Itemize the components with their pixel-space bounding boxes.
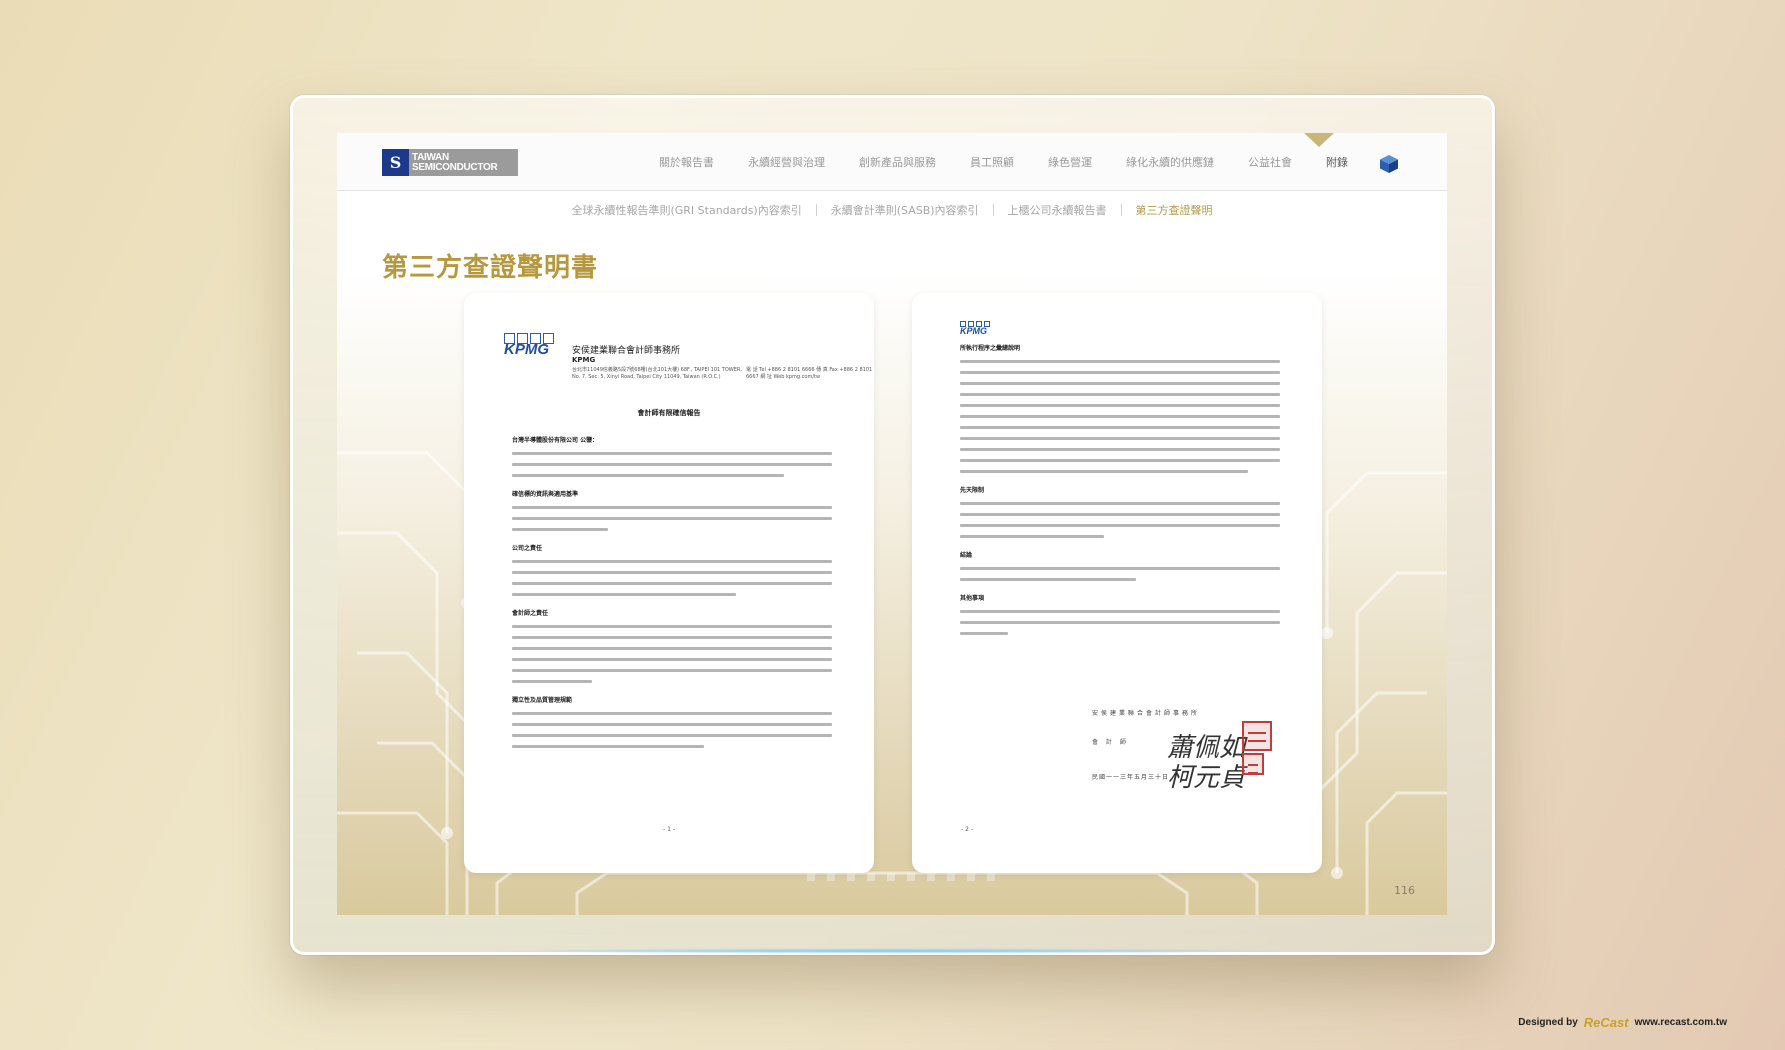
logo-line2: SEMICONDUCTOR bbox=[412, 161, 498, 173]
firm-name-cn: 安侯建業聯合會計師事務所 bbox=[572, 346, 681, 356]
signing-firm: 安侯建業聯合會計師事務所 bbox=[1092, 710, 1201, 717]
section-title: 獨立性及品質管理規範 bbox=[512, 697, 573, 704]
report-heading: 會計師有限確信報告 bbox=[637, 409, 701, 417]
report-body: 所執行程序之彙總說明 先天限制 結論 其他事項 bbox=[960, 343, 1280, 643]
section-title: 確信標的資訊與適用基準 bbox=[512, 491, 579, 498]
section-title: 其他事項 bbox=[960, 595, 985, 602]
logo-text: TAIWAN SEMICONDUCTOR bbox=[409, 151, 498, 173]
section-title: 結論 bbox=[960, 552, 973, 559]
nav-item-employee-care[interactable]: 員工照顧 bbox=[953, 133, 1031, 191]
page-mark: - 2 - bbox=[961, 826, 973, 833]
seal-stamp bbox=[1242, 753, 1264, 775]
page-title: 第三方查證聲明書 bbox=[382, 253, 599, 283]
nav-item-about-report[interactable]: 關於報告書 bbox=[642, 133, 731, 191]
page-number: 116 bbox=[1394, 884, 1415, 897]
report-page: S TAIWAN SEMICONDUCTOR 關於報告書 永續經營與治理 創新產… bbox=[337, 133, 1447, 915]
nav-item-supply-chain[interactable]: 綠化永續的供應鏈 bbox=[1109, 133, 1231, 191]
seal-stamp bbox=[1242, 721, 1272, 751]
section-title: 所執行程序之彙總說明 bbox=[960, 345, 1021, 352]
addressee: 台灣半導體股份有限公司 公鑒： bbox=[512, 437, 599, 444]
designer-credit[interactable]: Designed by ReCast www.recast.com.tw bbox=[1518, 1015, 1727, 1030]
subnav-third-party-assurance[interactable]: 第三方查證聲明 bbox=[1122, 202, 1227, 218]
nav-item-governance[interactable]: 永續經營與治理 bbox=[731, 133, 842, 191]
firm-contact: 電 話 Tel +886 2 8101 6666 傳 真 Fax +886 2 … bbox=[746, 367, 873, 380]
logo-mark: S bbox=[382, 149, 409, 176]
active-nav-indicator bbox=[1304, 133, 1334, 147]
report-body: 台灣半導體股份有限公司 公鑒： 確信標的資訊與適用基準 公司之責任 會計師之責任… bbox=[512, 435, 832, 756]
cube-icon[interactable] bbox=[1379, 154, 1399, 174]
section-title: 會計師之責任 bbox=[512, 610, 549, 617]
credit-url: www.recast.com.tw bbox=[1634, 1017, 1727, 1028]
nav-item-innovation[interactable]: 創新產品與服務 bbox=[842, 133, 953, 191]
frame-glow bbox=[480, 948, 1300, 954]
nav-item-public-welfare[interactable]: 公益社會 bbox=[1231, 133, 1309, 191]
subnav-gri-index[interactable]: 全球永續性報告準則(GRI Standards)內容索引 bbox=[557, 202, 815, 218]
section-title: 公司之責任 bbox=[512, 545, 543, 552]
nav-item-green-operation[interactable]: 綠色營運 bbox=[1031, 133, 1109, 191]
company-logo[interactable]: S TAIWAN SEMICONDUCTOR bbox=[382, 149, 518, 176]
handwritten-signature: 蕭佩如 柯元貞 bbox=[1167, 733, 1246, 793]
kpmg-logo: KPMG bbox=[960, 321, 1012, 336]
main-nav: 關於報告書 永續經營與治理 創新產品與服務 員工照顧 綠色營運 綠化永續的供應鏈… bbox=[642, 133, 1365, 191]
firm-address: 台北市11049信義路5段7號68樓(台北101大樓) 68F., TAIPEI… bbox=[572, 367, 742, 380]
section-title: 先天限制 bbox=[960, 487, 985, 494]
credit-label: Designed by bbox=[1518, 1017, 1578, 1028]
subnav-sasb-index[interactable]: 永續會計準則(SASB)內容索引 bbox=[817, 202, 993, 218]
subnav-otc-report[interactable]: 上櫃公司永續報告書 bbox=[994, 202, 1121, 218]
sub-navigation: 全球永續性報告準則(GRI Standards)內容索引 永續會計準則(SASB… bbox=[337, 191, 1447, 229]
kpmg-logo: KPMG bbox=[504, 333, 556, 358]
page-mark: - 1 - bbox=[663, 826, 675, 833]
logo-line1: TAIWAN bbox=[412, 151, 449, 163]
recast-logo: ReCast bbox=[1583, 1015, 1629, 1030]
firm-name-en: KPMG bbox=[572, 356, 596, 364]
assurance-letter-page-2: KPMG 所執行程序之彙總說明 先天限制 結論 其他事項 安侯建業聯合會計師事務… bbox=[912, 293, 1322, 873]
top-navigation-bar: S TAIWAN SEMICONDUCTOR 關於報告書 永續經營與治理 創新產… bbox=[337, 133, 1447, 191]
assurance-letter-page-1: KPMG 安侯建業聯合會計師事務所 KPMG 台北市11049信義路5段7號68… bbox=[464, 293, 874, 873]
